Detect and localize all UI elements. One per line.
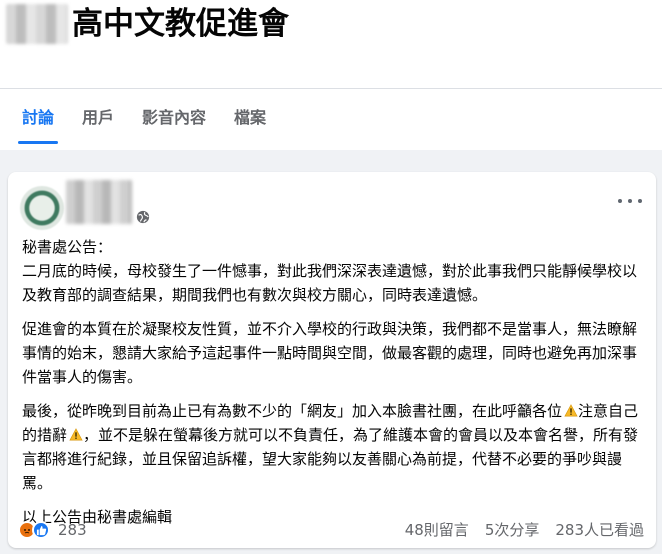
header-divider	[0, 88, 662, 89]
post-paragraph-3a: 最後，從昨晚到目前為止已有為數不少的「網友」加入本臉書社團，在此呼籲各位	[22, 402, 563, 420]
globe-icon	[136, 210, 150, 224]
blurred-group-logo	[6, 4, 68, 44]
post-paragraph-1: 二月底的時候，母校發生了一件憾事，對此我們深深表達遺憾，對於此事我們只能靜候學校…	[22, 262, 638, 304]
post-footer: 283 48則留言 5次分享 283人已看過	[8, 516, 656, 544]
warning-icon	[564, 404, 578, 417]
reactions-summary[interactable]: 283	[18, 521, 87, 539]
tab-discussion[interactable]: 討論	[0, 96, 68, 148]
views-count: 283人已看過	[555, 521, 644, 539]
blurred-author-name[interactable]	[66, 180, 132, 224]
shares-count[interactable]: 5次分享	[485, 519, 540, 540]
post-body: 秘書處公告： 二月底的時候，母校發生了一件憾事，對此我們深深表達遺憾，對於此事我…	[22, 235, 648, 539]
group-header: 高中文教促進會 討論 用戶 影音內容 檔案	[0, 0, 662, 150]
group-tabs: 討論 用戶 影音內容 檔案	[0, 96, 280, 148]
comments-count[interactable]: 48則留言	[405, 519, 469, 540]
avatar[interactable]	[20, 186, 64, 230]
post-paragraph-2: 促進會的本質在於凝聚校友性質，並不介入學校的行政與決策，我們都不是當事人，無法瞭…	[22, 320, 638, 386]
tab-files[interactable]: 檔案	[220, 96, 280, 148]
more-options-icon[interactable]	[618, 194, 642, 208]
like-reaction-icon	[32, 521, 50, 539]
post-paragraph-3c: ，並不是躲在螢幕後方就可以不負責任，為了維護本會的會員以及本會名譽，所有發言都將…	[22, 426, 639, 492]
post-line-1: 秘書處公告：	[22, 238, 113, 256]
announcement-post: 秘書處公告： 二月底的時候，母校發生了一件憾事，對此我們深深表達遺憾，對於此事我…	[8, 172, 656, 548]
tab-media[interactable]: 影音內容	[128, 96, 220, 148]
post-stats: 48則留言 5次分享 283人已看過	[389, 519, 644, 540]
reaction-count: 283	[58, 521, 87, 539]
warning-icon	[69, 428, 83, 441]
group-title[interactable]: 高中文教促進會	[72, 2, 289, 46]
tab-members[interactable]: 用戶	[68, 96, 128, 148]
